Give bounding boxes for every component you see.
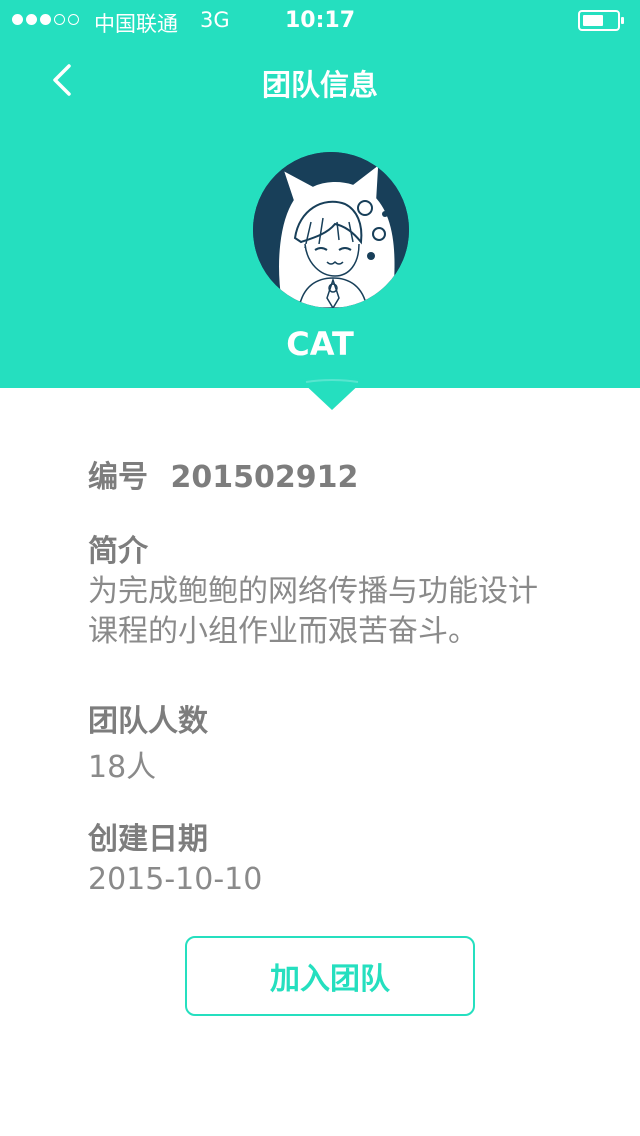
header-pointer-triangle [300, 376, 364, 410]
created-date-label: 创建日期 [88, 822, 208, 857]
cat-hood-character-icon [253, 152, 409, 308]
page-title: 团队信息 [261, 68, 378, 102]
header-banner: 中国联通 3G 10:17 团队信息 CAT [0, 0, 640, 388]
member-count-value: 18人 [88, 750, 157, 785]
join-team-button[interactable]: 加入团队 [185, 936, 475, 1016]
team-id-label: 编号 [88, 460, 148, 495]
intro-text: 为完成鲍鲍的网络传播与功能设计课程的小组作业而艰苦奋斗。 [88, 574, 538, 649]
intro-label: 简介 [88, 534, 148, 569]
team-info-screen: 中国联通 3G 10:17 团队信息 CAT 编号 201502912 简介 为… [0, 0, 640, 1136]
battery-level [583, 15, 603, 26]
status-bar: 中国联通 3G 10:17 [0, 0, 640, 40]
battery-icon [578, 10, 624, 31]
created-date-value: 2015-10-10 [88, 862, 263, 897]
team-id-value: 201502912 [170, 460, 359, 495]
team-id-row: 编号 201502912 [88, 452, 358, 496]
team-name: CAT [286, 325, 354, 363]
team-avatar [253, 152, 409, 308]
member-count-label: 团队人数 [88, 704, 208, 739]
status-time: 10:17 [284, 8, 356, 33]
